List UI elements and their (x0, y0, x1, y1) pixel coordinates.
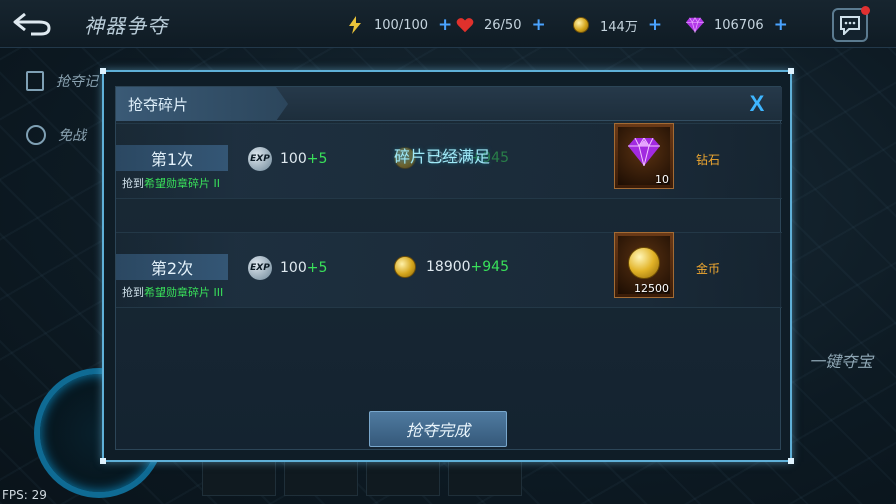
top-bar: 神器争夺 100/100 + 26/50 + 144万 + 106706 + (0, 0, 896, 48)
attempt-label: 第2次 (116, 254, 228, 280)
gold-reward: 18900+945 (394, 256, 509, 278)
energy-value: 100/100 (374, 17, 429, 33)
reward-count: 12500 (634, 282, 669, 295)
stamina-resource: 26/50 + (456, 14, 546, 36)
exp-base: 100 (280, 151, 307, 167)
truce-item[interactable]: 免战 (26, 120, 106, 150)
finish-loot-button[interactable]: 抢夺完成 (369, 411, 507, 447)
exp-icon: EXP (248, 256, 272, 280)
add-energy-button[interactable]: + (438, 15, 452, 35)
loot-item: 希望勋章碎片 II (144, 177, 220, 190)
gem-resource: 106706 + (686, 14, 788, 36)
loot-description: 抢到希望勋章碎片 III (122, 284, 223, 300)
exp-bonus: +5 (306, 260, 328, 276)
loot-record-label: 抢夺记 (56, 74, 98, 90)
frame-corner (788, 68, 794, 74)
page-title: 神器争夺 (84, 14, 168, 38)
loot-record-item[interactable]: 抢夺记 (26, 66, 106, 96)
exp-reward: EXP 100+5 (248, 256, 327, 280)
reward-item-slot[interactable]: 10 (614, 123, 674, 189)
record-icon (26, 71, 44, 91)
stamina-value: 26/50 (484, 17, 522, 33)
back-button[interactable] (8, 8, 58, 40)
back-arrow-icon (13, 12, 51, 36)
gold-value: 144万 (600, 19, 638, 35)
reward-item-slot[interactable]: 12500 (614, 232, 674, 298)
exp-reward: EXP 100+5 (248, 147, 327, 171)
add-stamina-button[interactable]: + (531, 15, 545, 35)
gem-value: 106706 (714, 17, 764, 33)
fps-counter: FPS: 29 (2, 488, 47, 502)
exp-bonus: +5 (306, 151, 328, 167)
reward-name: 金币 (696, 262, 721, 276)
result-row: 第2次 抢到希望勋章碎片 III EXP 100+5 18900+945 125… (116, 232, 782, 308)
truce-label: 免战 (58, 128, 86, 144)
attempt-label: 第1次 (116, 145, 228, 171)
notification-dot (861, 6, 870, 15)
loot-item: 希望勋章碎片 III (144, 286, 224, 299)
add-gems-button[interactable]: + (774, 15, 788, 35)
gold-bonus: +945 (470, 259, 509, 275)
lightning-icon (346, 16, 364, 34)
diamond-gem-icon (628, 138, 660, 166)
exp-icon: EXP (248, 147, 272, 171)
dialog-panel: 抢夺碎片 X 第1次 抢到希望勋章碎片 II EXP 100+5 18900+9… (115, 86, 782, 450)
add-gold-button[interactable]: + (648, 15, 662, 35)
frame-corner (788, 458, 794, 464)
reward-name: 钻石 (696, 153, 721, 167)
heart-icon (456, 16, 474, 34)
chat-icon (840, 16, 860, 35)
gold-coin-icon (628, 247, 660, 279)
gem-icon (686, 16, 704, 34)
dialog-title: 抢夺碎片 (116, 87, 288, 121)
energy-resource: 100/100 + (346, 14, 452, 36)
one-click-loot-button[interactable]: 一键夺宝 (786, 340, 896, 380)
frame-corner (100, 458, 106, 464)
dialog-header: 抢夺碎片 X (116, 87, 782, 121)
loot-description: 抢到希望勋章碎片 II (122, 175, 220, 191)
close-button[interactable]: X (744, 91, 770, 117)
status-message: 碎片已经满足 (394, 147, 491, 166)
gold-coin-icon (394, 256, 416, 278)
loot-prefix: 抢到 (122, 286, 144, 299)
stopwatch-icon (26, 125, 46, 145)
exp-base: 100 (280, 260, 307, 276)
loot-result-dialog: 抢夺碎片 X 第1次 抢到希望勋章碎片 II EXP 100+5 18900+9… (100, 68, 794, 464)
gold-base: 18900 (426, 259, 471, 275)
gold-coin-icon (572, 16, 590, 34)
result-row: 第1次 抢到希望勋章碎片 II EXP 100+5 18900+945 碎片已经… (116, 123, 782, 199)
gold-resource: 144万 + (572, 14, 662, 36)
loot-prefix: 抢到 (122, 177, 144, 190)
reward-count: 10 (655, 173, 669, 186)
frame-corner (100, 68, 106, 74)
chat-button[interactable] (832, 6, 870, 42)
